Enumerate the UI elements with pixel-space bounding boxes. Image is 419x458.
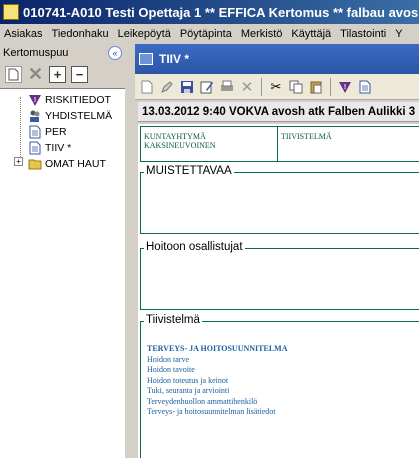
record-tree-header: Kertomuspuu « [0, 44, 125, 62]
menu-kayttaja[interactable]: Käyttäjä [291, 28, 331, 40]
summary-line[interactable]: Hoidon tavoite [147, 365, 288, 376]
tree-item-label: YHDISTELMÄ [45, 109, 113, 122]
tree-item-yhdistelma[interactable]: YHDISTELMÄ [28, 108, 112, 123]
tree-toolbar: ✕ + − [0, 62, 125, 86]
document-icon [28, 141, 42, 155]
section-title: Tiivistelmä [144, 314, 202, 326]
svg-text:!: ! [344, 84, 346, 91]
menu-poytapinta[interactable]: Pöytäpinta [180, 28, 232, 40]
section-title: Hoitoon osallistujat [144, 241, 245, 253]
copy-icon[interactable] [288, 79, 304, 95]
cut-icon[interactable]: ✂ [268, 79, 284, 95]
tree-connector [20, 97, 21, 157]
menu-merkisto[interactable]: Merkistö [241, 28, 283, 40]
document-type: TIIVISTELMÄ [281, 132, 332, 141]
tree-item-omat-haut[interactable]: OMAT HAUT [28, 156, 106, 171]
collapse-all-icon[interactable]: − [71, 65, 88, 83]
tree-item-riskitiedot[interactable]: ! RISKITIEDOT [28, 92, 111, 107]
pen-icon[interactable] [159, 79, 175, 95]
summary-line[interactable]: Tuki, seuranta ja arviointi [147, 386, 288, 397]
tree-item-label: OMAT HAUT [45, 157, 106, 170]
window-titlebar: 010741-A010 Testi Opettaja 1 ** EFFICA K… [0, 0, 419, 24]
section-muistettavaa[interactable]: MUISTETTAVAA [140, 165, 419, 234]
folder-icon [28, 157, 42, 171]
record-tree-title: Kertomuspuu [3, 47, 69, 59]
menu-bar: Asiakas Tiedonhaku Leikepöytä Pöytäpinta… [0, 24, 419, 44]
summary-line[interactable]: Hoidon tarve [147, 355, 288, 366]
menu-leikepoyta[interactable]: Leikepöytä [118, 28, 171, 40]
organization-name: KUNTAYHTYMÄ KAKSINEUVOINEN [141, 127, 278, 161]
delete-icon[interactable]: ✕ [239, 79, 255, 96]
section-title: MUISTETTAVAA [144, 165, 234, 177]
document-body[interactable]: KUNTAYHTYMÄ KAKSINEUVOINEN TIIVISTELMÄ M… [138, 124, 419, 458]
edit-note-icon[interactable] [199, 79, 215, 95]
document-tab[interactable]: TIIV * [135, 44, 419, 74]
menu-more[interactable]: Y [395, 28, 402, 40]
summary-heading: TERVEYS- JA HOITOSUUNNITELMA [147, 344, 288, 353]
expand-all-icon[interactable]: + [49, 65, 66, 83]
warning-triangle-icon[interactable]: ! [337, 79, 353, 95]
record-tree-panel: Kertomuspuu « ✕ + − ! RISKITIEDOT YHDIST… [0, 44, 125, 458]
delete-icon[interactable]: ✕ [27, 64, 44, 84]
new-page-icon[interactable] [139, 79, 155, 95]
toolbar-separator [261, 77, 262, 96]
section-tiivistelma[interactable]: Tiivistelmä TERVEYS- JA HOITOSUUNNITELMA… [140, 314, 419, 458]
menu-tiedonhaku[interactable]: Tiedonhaku [52, 28, 109, 40]
window-title: 010741-A010 Testi Opettaja 1 ** EFFICA K… [23, 4, 419, 20]
save-icon[interactable] [179, 79, 195, 95]
record-tree: ! RISKITIEDOT YHDISTELMÄ PER TIIV * + OM… [0, 88, 125, 458]
section-hoitoon-osallistujat[interactable]: Hoitoon osallistujat [140, 241, 419, 310]
people-icon [28, 109, 42, 123]
document-tab-title: TIIV * [159, 52, 190, 66]
summary-line[interactable]: Terveys- ja hoitosuunnitelman lisätiedot [147, 407, 288, 418]
document-toolbar: ✕ ✂ ! [135, 74, 419, 100]
print-icon[interactable] [219, 79, 235, 95]
document-list-icon[interactable] [357, 79, 373, 95]
toolbar-separator [330, 77, 331, 96]
warning-triangle-icon: ! [28, 93, 42, 107]
collapse-panel-button[interactable]: « [108, 46, 122, 60]
tree-item-per[interactable]: PER [28, 124, 67, 139]
entry-header: 13.03.2012 9:40 VOKVA avosh atk Falben A… [138, 102, 419, 122]
document-icon [28, 125, 42, 139]
menu-tilastointi[interactable]: Tilastointi [340, 28, 386, 40]
tree-item-tiiv[interactable]: TIIV * [28, 140, 71, 155]
menu-asiakas[interactable]: Asiakas [4, 28, 43, 40]
summary-line[interactable]: Hoidon toteutus ja keinot [147, 376, 288, 387]
svg-text:!: ! [34, 97, 36, 104]
expand-toggle[interactable]: + [14, 157, 23, 166]
document-pane: TIIV * ✕ ✂ ! 13.03.2012 9:40 VOKVA avosh… [135, 44, 419, 458]
summary-line[interactable]: Terveydenhuollon ammattihenkilö [147, 397, 288, 408]
app-icon [3, 4, 19, 20]
new-document-icon[interactable] [5, 65, 22, 83]
tree-item-label: RISKITIEDOT [45, 93, 111, 106]
tree-item-label: TIIV * [45, 141, 72, 154]
organization-table: KUNTAYHTYMÄ KAKSINEUVOINEN TIIVISTELMÄ [140, 126, 419, 162]
tree-item-label: PER [45, 125, 67, 138]
summary-plan-list: TERVEYS- JA HOITOSUUNNITELMA Hoidon tarv… [147, 344, 288, 418]
paste-icon[interactable] [308, 79, 324, 95]
window-icon [139, 53, 153, 65]
